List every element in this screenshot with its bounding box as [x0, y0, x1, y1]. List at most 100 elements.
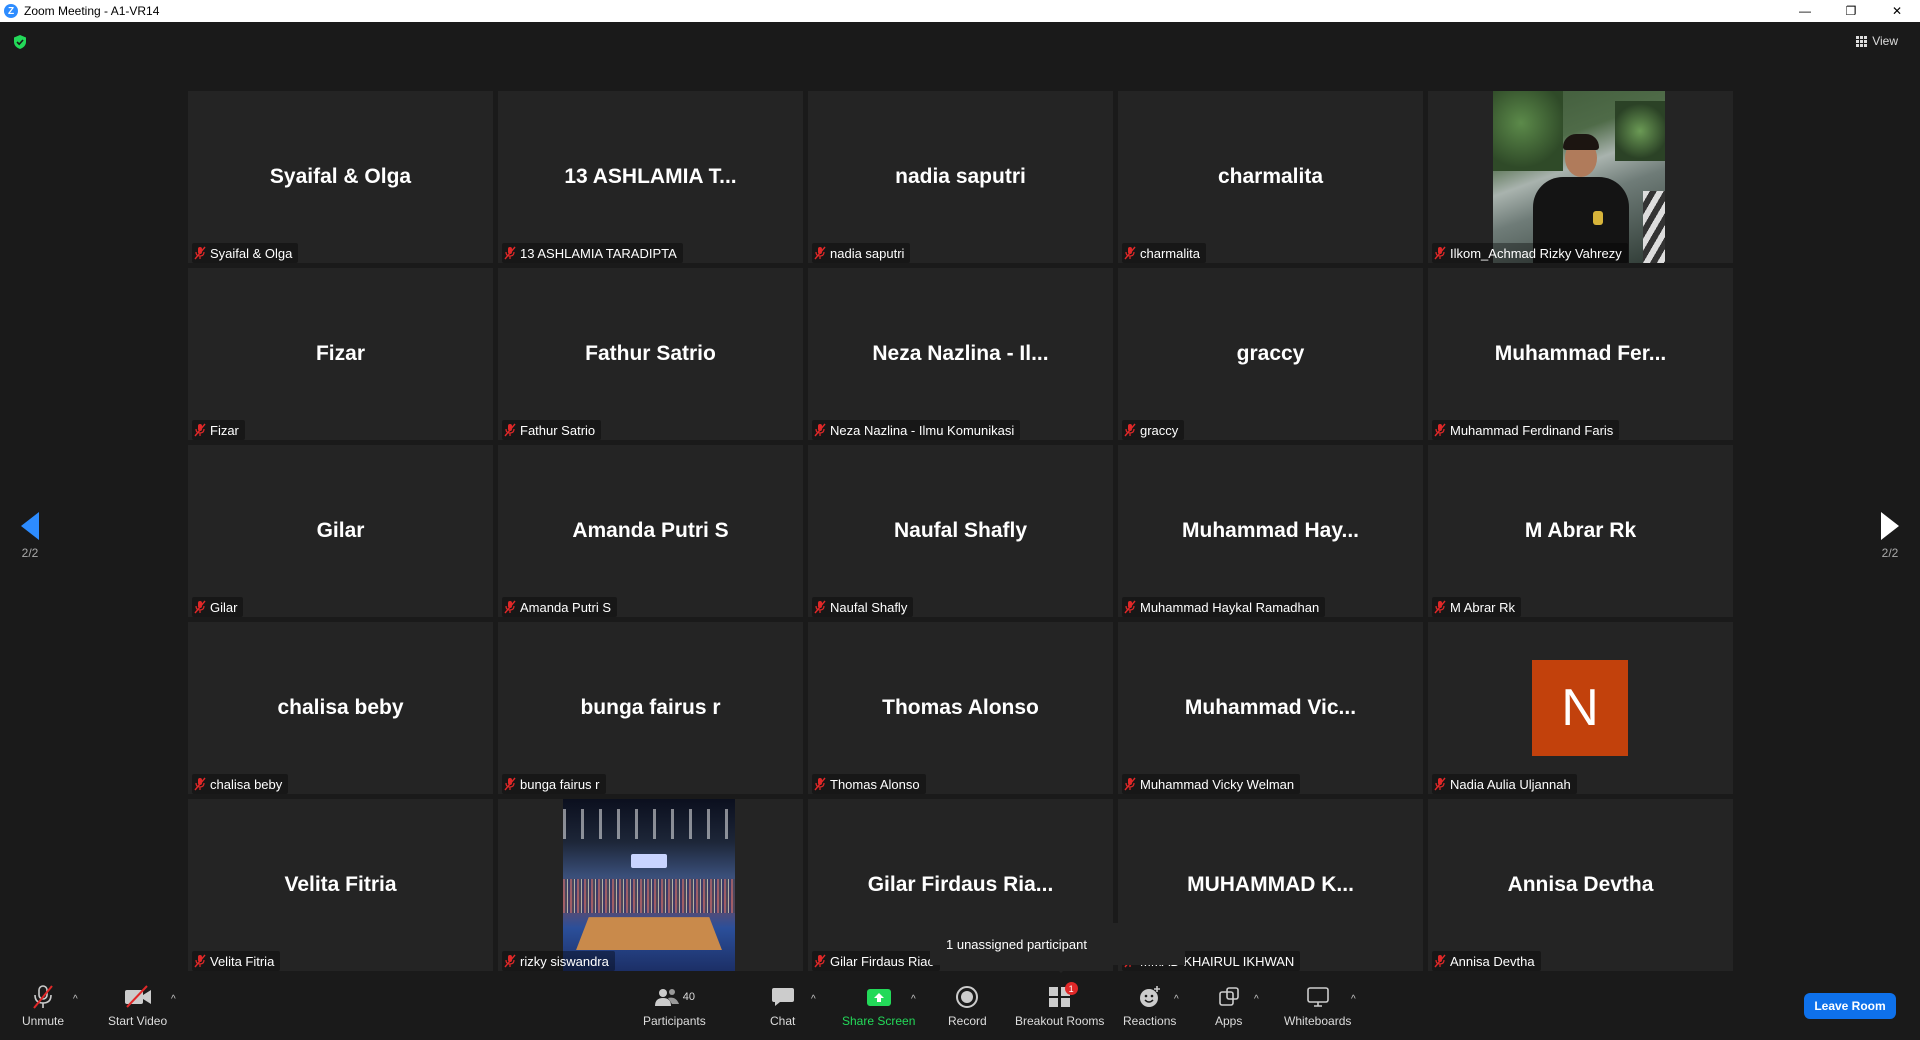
participant-display-name: charmalita [1217, 165, 1324, 188]
participant-tile[interactable]: Naufal Shafly Naufal Shafly [808, 445, 1113, 617]
next-page-button[interactable]: 2/2 [1870, 512, 1910, 560]
tooltip-pointer [1053, 965, 1069, 973]
avatar: N [1532, 660, 1628, 756]
participant-name-label: Gilar Firdaus Riac [812, 951, 941, 971]
view-button[interactable]: View [1856, 34, 1898, 48]
participant-tile[interactable]: chalisa beby chalisa beby [188, 622, 493, 794]
mic-muted-icon [194, 600, 206, 614]
arrow-right-icon [1881, 512, 1899, 540]
mic-muted-icon [1124, 600, 1136, 614]
window-titlebar: Z Zoom Meeting - A1-VR14 — ❐ ✕ [0, 0, 1920, 22]
participant-tile[interactable]: Muhammad Fer... Muhammad Ferdinand Faris [1428, 268, 1733, 440]
participant-tile[interactable]: 13 ASHLAMIA T... 13 ASHLAMIA TARADIPTA [498, 91, 803, 263]
close-button[interactable]: ✕ [1874, 0, 1920, 22]
participants-button[interactable]: 40 Participants [643, 982, 706, 1028]
mic-muted-icon [814, 246, 826, 260]
participant-tile-avatar[interactable]: N Nadia Aulia Uljannah [1428, 622, 1733, 794]
participant-display-name: Thomas Alonso [882, 696, 1039, 719]
participant-display-name: graccy [1236, 342, 1305, 365]
participant-name-label: Naufal Shafly [812, 597, 914, 617]
participant-label-text: Nadia Aulia Uljannah [1450, 776, 1571, 792]
participant-tile[interactable]: Syaifal & Olga Syaifal & Olga [188, 91, 493, 263]
participant-tile-video[interactable]: Ilkom_Achmad Rizky Vahrezy [1428, 91, 1733, 263]
participant-name-label: bunga fairus r [502, 774, 606, 794]
leave-room-button[interactable]: Leave Room [1804, 993, 1896, 1019]
participant-tile[interactable]: graccy graccy [1118, 268, 1423, 440]
participant-tile[interactable]: Neza Nazlina - Il... Neza Nazlina - Ilmu… [808, 268, 1113, 440]
apps-options-caret-icon[interactable]: ^ [1254, 994, 1259, 1005]
start-video-button[interactable]: Start Video [108, 982, 167, 1028]
participant-display-name: Gilar Firdaus Ria... [867, 873, 1054, 896]
participant-label-text: Thomas Alonso [830, 776, 920, 792]
chat-button[interactable]: Chat [770, 982, 795, 1028]
whiteboards-label: Whiteboards [1284, 1014, 1352, 1028]
mic-muted-icon [194, 954, 206, 968]
security-shield-icon[interactable] [12, 34, 28, 50]
window-title: Zoom Meeting - A1-VR14 [24, 4, 160, 18]
breakout-rooms-button[interactable]: 1 Breakout Rooms [1015, 982, 1104, 1028]
mic-muted-icon [194, 423, 206, 437]
apps-icon [1218, 982, 1240, 1012]
record-button[interactable]: Record [948, 982, 987, 1028]
participant-tile-video[interactable]: rizky siswandra [498, 799, 803, 971]
mic-muted-icon [194, 246, 206, 260]
participant-label-text: charmalita [1140, 245, 1200, 261]
participant-label-text: Fizar [210, 422, 239, 438]
page-indicator-left: 2/2 [21, 546, 39, 560]
chat-options-caret-icon[interactable]: ^ [811, 994, 816, 1005]
page-indicator-right: 2/2 [1881, 546, 1899, 560]
participant-tile[interactable]: Muhammad Hay... Muhammad Haykal Ramadhan [1118, 445, 1423, 617]
reactions-button[interactable]: Reactions [1123, 982, 1176, 1028]
unmute-button[interactable]: Unmute [22, 982, 64, 1028]
participant-label-text: M Abrar Rk [1450, 599, 1516, 615]
participant-tile[interactable]: Amanda Putri S Amanda Putri S [498, 445, 803, 617]
mic-muted-icon [1434, 423, 1446, 437]
chat-icon [771, 982, 795, 1012]
participant-tile[interactable]: Gilar Gilar [188, 445, 493, 617]
participant-tile[interactable]: M Abrar Rk M Abrar Rk [1428, 445, 1733, 617]
unassigned-participant-tooltip: 1 unassigned participant [930, 923, 1185, 965]
participant-tile[interactable]: charmalita charmalita [1118, 91, 1423, 263]
participant-tile[interactable]: Velita Fitria Velita Fitria [188, 799, 493, 971]
video-off-icon [123, 982, 153, 1012]
whiteboards-button[interactable]: Whiteboards [1284, 982, 1351, 1028]
reactions-label: Reactions [1123, 1014, 1177, 1028]
whiteboard-icon [1306, 982, 1330, 1012]
participant-tile[interactable]: bunga fairus r bunga fairus r [498, 622, 803, 794]
participant-tile[interactable]: nadia saputri nadia saputri [808, 91, 1113, 263]
share-screen-icon [866, 982, 892, 1012]
participant-tile[interactable]: Fizar Fizar [188, 268, 493, 440]
mic-muted-icon [1434, 246, 1446, 260]
reactions-options-caret-icon[interactable]: ^ [1174, 994, 1179, 1005]
mic-muted-icon [814, 600, 826, 614]
video-options-caret-icon[interactable]: ^ [171, 994, 176, 1005]
participant-tile[interactable]: Fathur Satrio Fathur Satrio [498, 268, 803, 440]
participant-tile[interactable]: Annisa Devtha Annisa Devtha [1428, 799, 1733, 971]
audio-options-caret-icon[interactable]: ^ [73, 994, 78, 1005]
participant-label-text: rizky siswandra [520, 953, 609, 969]
participant-tile[interactable]: Muhammad Vic... Muhammad Vicky Welman [1118, 622, 1423, 794]
participant-name-label: Gilar [192, 597, 244, 617]
participant-display-name: Neza Nazlina - Il... [872, 342, 1049, 365]
restore-button[interactable]: ❐ [1828, 0, 1874, 22]
participant-name-label: Amanda Putri S [502, 597, 618, 617]
breakout-rooms-badge: 1 [1064, 982, 1078, 995]
participant-display-name: Syaifal & Olga [269, 165, 412, 188]
mic-muted-icon [1124, 777, 1136, 791]
breakout-rooms-label: Breakout Rooms [1015, 1014, 1105, 1028]
mic-muted-icon [814, 777, 826, 791]
minimize-button[interactable]: — [1782, 0, 1828, 22]
participant-name-label: Syaifal & Olga [192, 243, 299, 263]
mic-muted-icon [1124, 246, 1136, 260]
participant-tile[interactable]: Thomas Alonso Thomas Alonso [808, 622, 1113, 794]
share-options-caret-icon[interactable]: ^ [911, 994, 916, 1005]
share-screen-button[interactable]: Share Screen [842, 982, 915, 1028]
participant-label-text: Muhammad Ferdinand Faris [1450, 422, 1614, 438]
participant-label-text: Muhammad Haykal Ramadhan [1140, 599, 1320, 615]
participant-name-label: Thomas Alonso [812, 774, 926, 794]
previous-page-button[interactable]: 2/2 [10, 512, 50, 560]
participant-display-name: Amanda Putri S [572, 519, 729, 542]
whiteboards-options-caret-icon[interactable]: ^ [1351, 994, 1356, 1005]
participant-video [563, 799, 735, 971]
apps-button[interactable]: Apps [1215, 982, 1242, 1028]
